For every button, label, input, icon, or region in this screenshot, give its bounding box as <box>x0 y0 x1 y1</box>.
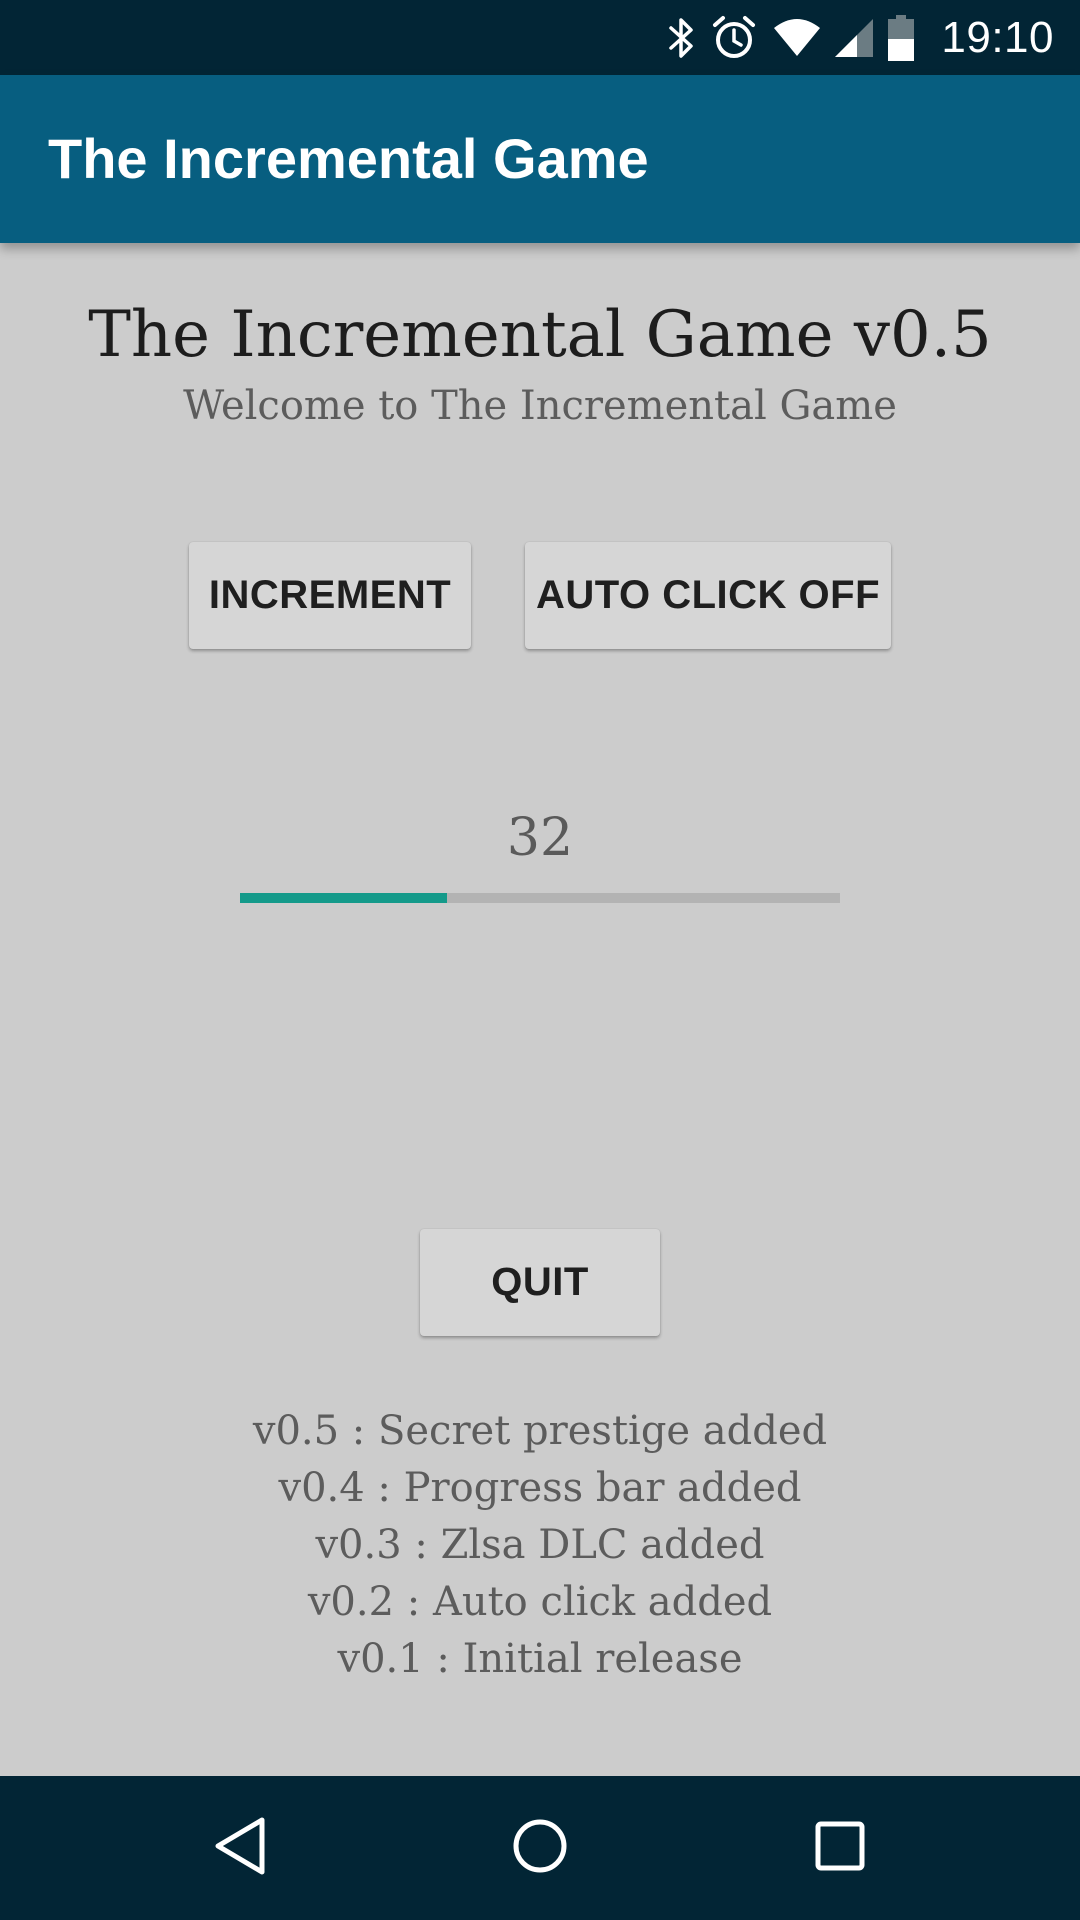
changelog-item: v0.5 : Secret prestige added <box>252 1408 828 1454</box>
status-icons: 19:10 <box>659 0 1054 75</box>
welcome-text: Welcome to The Incremental Game <box>183 383 897 429</box>
wifi-icon <box>765 18 829 58</box>
home-button[interactable] <box>468 1776 612 1920</box>
changelog-item: v0.3 : Zlsa DLC added <box>315 1522 765 1568</box>
progress-fill <box>240 893 447 903</box>
changelog-item: v0.4 : Progress bar added <box>278 1465 802 1511</box>
changelog-item: v0.1 : Initial release <box>337 1636 743 1682</box>
changelog: v0.5 : Secret prestige added v0.4 : Prog… <box>0 1403 1080 1688</box>
changelog-item: v0.2 : Auto click added <box>307 1579 773 1625</box>
game-title: The Incremental Game v0.5 <box>88 298 992 372</box>
progress-bar <box>240 893 840 903</box>
alarm-icon <box>703 15 765 61</box>
signal-icon <box>829 17 879 59</box>
recents-button[interactable] <box>768 1776 912 1920</box>
battery-icon <box>879 14 923 61</box>
auto-click-button[interactable]: AUTO CLICK OFF <box>525 542 891 649</box>
main-content: The Incremental Game v0.5 Welcome to The… <box>0 243 1080 1776</box>
increment-button[interactable]: INCREMENT <box>189 542 471 649</box>
recents-icon <box>813 1819 867 1878</box>
quit-button[interactable]: QUIT <box>420 1229 660 1336</box>
home-icon <box>510 1816 570 1881</box>
app-bar: The Incremental Game <box>0 75 1080 243</box>
bluetooth-icon <box>659 16 703 60</box>
back-button[interactable] <box>168 1776 312 1920</box>
status-time: 19:10 <box>941 12 1054 62</box>
counter-value: 32 <box>506 808 574 868</box>
status-bar: 19:10 <box>0 0 1080 75</box>
app-bar-title: The Incremental Game <box>48 127 649 190</box>
navigation-bar <box>0 1776 1080 1920</box>
back-icon <box>212 1816 268 1881</box>
